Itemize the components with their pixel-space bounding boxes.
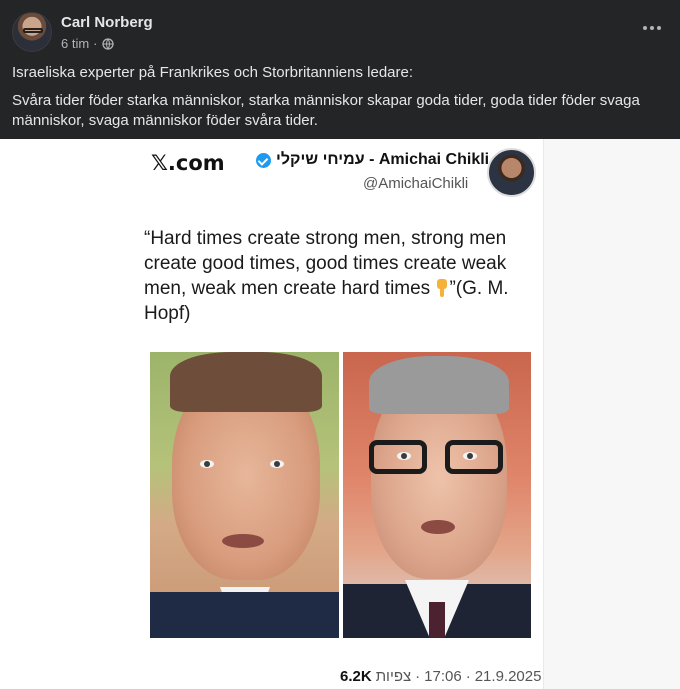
footer-dot-1: ·	[415, 668, 421, 685]
verified-icon	[256, 152, 271, 168]
author-name[interactable]: Carl Norberg	[61, 14, 153, 31]
post-text: Israeliska experter på Frankrikes och St…	[12, 63, 668, 139]
tweet-author-row: עמיחי שיקלי - Amichai Chikli	[256, 151, 489, 169]
x-logo: 𝕏.com	[151, 151, 225, 175]
globe-icon	[101, 37, 114, 50]
photo-right-portrait	[343, 352, 531, 638]
tweet-author-avatar	[487, 148, 536, 197]
post-text-line-2: Svåra tider föder starka människor, star…	[12, 92, 640, 129]
views-count: 6.2K	[340, 668, 372, 685]
post-image[interactable]: 𝕏.com עמיחי שיקלי - Amichai Chikli @Amic…	[0, 139, 680, 689]
tweet-handle: @AmichaiChikli	[363, 175, 469, 192]
tweet-time: 17:06	[424, 668, 462, 685]
photo-left-portrait	[150, 352, 339, 638]
tweet-footer: 6.2K צפיות · 17:06 · 21.9.2025	[340, 668, 541, 685]
post-time[interactable]: 6 tim	[61, 36, 89, 51]
tweet-author-name: עמיחי שיקלי - Amichai Chikli	[276, 151, 490, 168]
post-meta: 6 tim ·	[61, 36, 114, 51]
author-avatar[interactable]	[12, 12, 52, 52]
footer-dot-2: ·	[465, 668, 471, 685]
views-label: צפיות	[375, 668, 412, 685]
pointing-down-icon	[435, 279, 449, 297]
more-options-icon[interactable]	[640, 18, 664, 38]
meta-separator: ·	[93, 36, 98, 51]
tweet-date: 21.9.2025	[474, 668, 542, 685]
tweet-quote: “Hard times create strong men, strong me…	[144, 226, 524, 326]
post-header: Carl Norberg 6 tim ·	[0, 0, 680, 60]
post-text-line-1: Israeliska experter på Frankrikes och St…	[12, 64, 414, 81]
image-margin	[543, 139, 680, 689]
